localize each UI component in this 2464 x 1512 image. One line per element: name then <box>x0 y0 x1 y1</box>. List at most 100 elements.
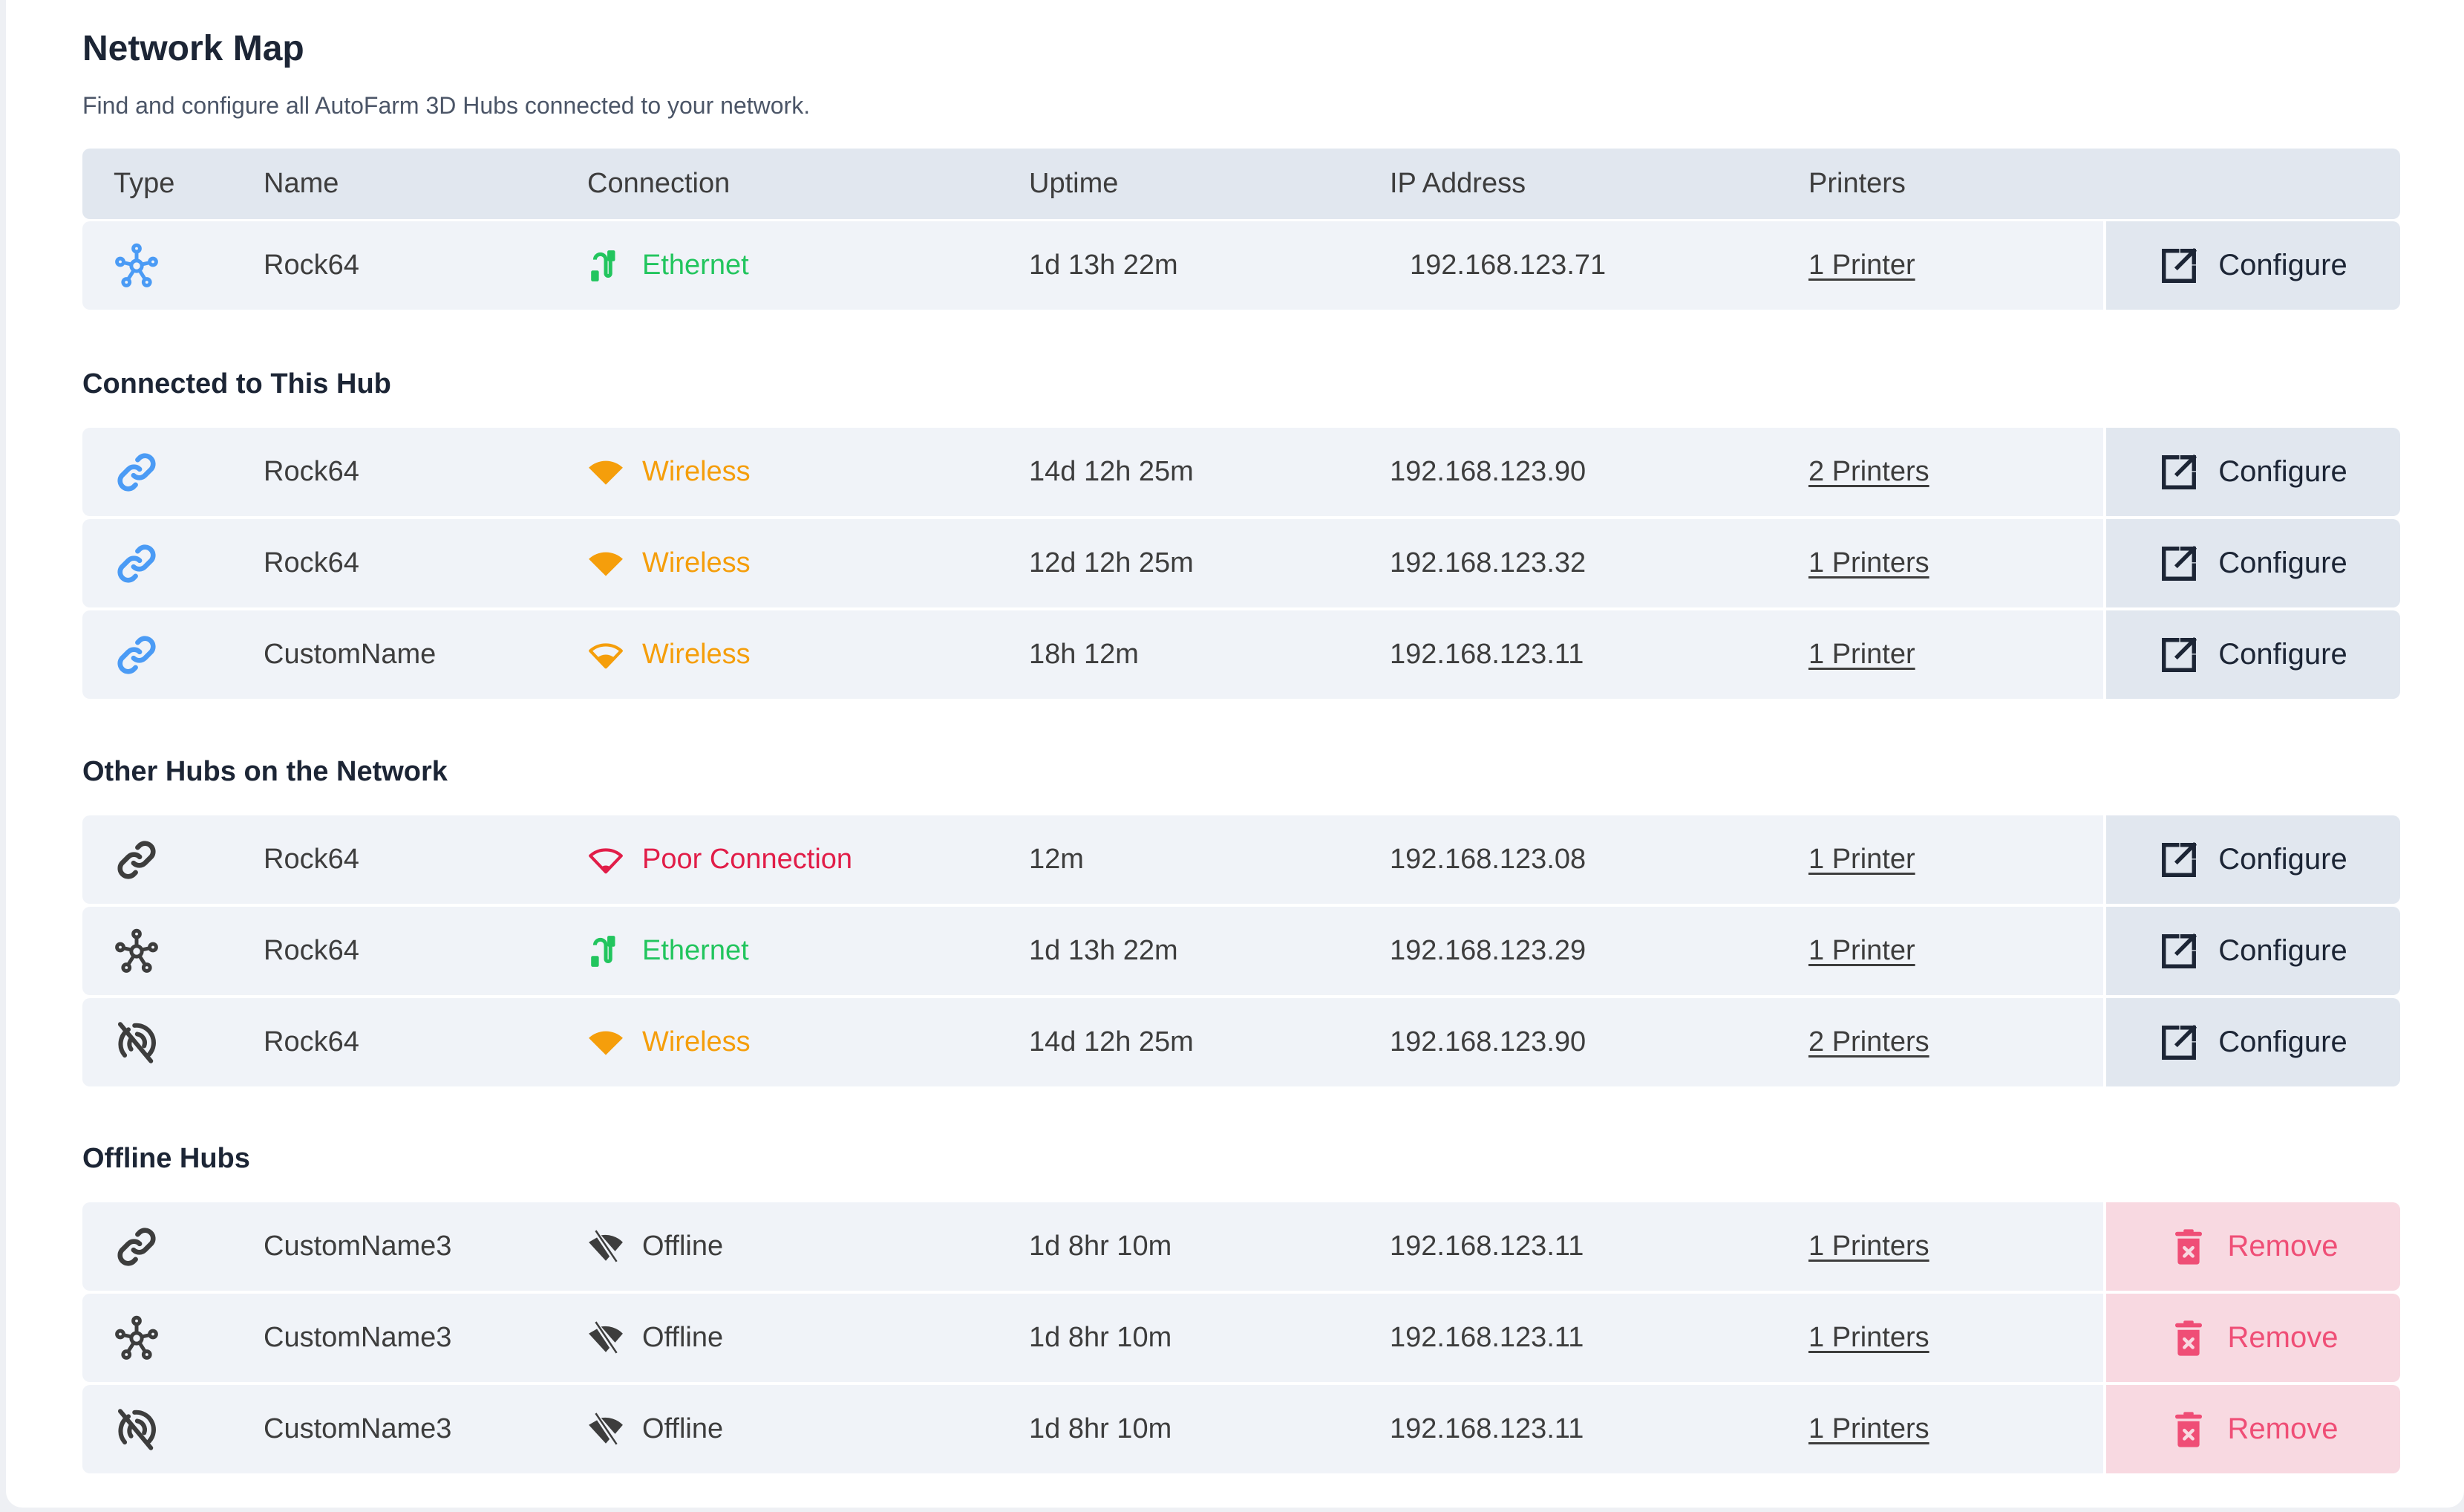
hub-icon <box>112 927 161 976</box>
configure-button[interactable]: Configure <box>2103 610 2400 699</box>
link-icon <box>112 539 161 588</box>
connection-status: Ethernet <box>587 907 749 995</box>
printers-link[interactable]: 1 Printers <box>1808 1322 1929 1354</box>
table-header: Type Name Connection Uptime IP Address P… <box>82 149 2400 219</box>
ip-address: 192.168.123.11 <box>1390 1231 1584 1262</box>
hub-name: Rock64 <box>264 1026 359 1058</box>
hub-row: Rock64 Poor Connection 12m 192.168.123.0… <box>82 815 2400 904</box>
printers-link[interactable]: 2 Printers <box>1808 456 1929 488</box>
printers-link[interactable]: 1 Printer <box>1808 639 1915 671</box>
page-subtitle: Find and configure all AutoFarm 3D Hubs … <box>82 92 811 119</box>
uptime: 14d 12h 25m <box>1029 1026 1194 1058</box>
remove-label: Remove <box>2227 1230 2339 1262</box>
ip-address: 192.168.123.11 <box>1390 1413 1584 1444</box>
configure-button[interactable]: Configure <box>2103 519 2400 607</box>
ip-address: 192.168.123.90 <box>1390 1026 1586 1058</box>
printers-link[interactable]: 1 Printer <box>1808 844 1915 876</box>
configure-label: Configure <box>2218 455 2347 488</box>
broadcast-off-icon <box>112 1018 161 1067</box>
hub-row: Rock64 Wireless 14d 12h 25m 192.168.123.… <box>82 428 2400 516</box>
ip-address: 192.168.123.32 <box>1390 547 1586 579</box>
external-link-icon <box>2159 246 2199 286</box>
trash-icon <box>2169 1410 2209 1450</box>
link-icon <box>112 630 161 680</box>
column-header-type: Type <box>114 168 175 199</box>
link-icon <box>112 835 161 884</box>
configure-button[interactable]: Configure <box>2103 815 2400 904</box>
section-title: Other Hubs on the Network <box>82 756 448 787</box>
column-header-uptime: Uptime <box>1029 168 1119 199</box>
remove-label: Remove <box>2227 1412 2339 1445</box>
connection-label: Ethernet <box>642 935 749 966</box>
connection-label: Wireless <box>642 1026 751 1058</box>
wifi-full-icon <box>587 1024 624 1061</box>
ip-address: 192.168.123.11 <box>1390 1322 1584 1353</box>
hub-name: CustomName3 <box>264 1231 452 1262</box>
remove-button[interactable]: Remove <box>2103 1202 2400 1291</box>
connection-label: Ethernet <box>642 250 749 281</box>
remove-button[interactable]: Remove <box>2103 1385 2400 1473</box>
configure-button[interactable]: Configure <box>2103 221 2400 310</box>
external-link-icon <box>2159 931 2199 971</box>
ip-address: 192.168.123.08 <box>1390 844 1586 875</box>
connection-status: Poor Connection <box>587 815 852 904</box>
configure-label: Configure <box>2218 934 2347 967</box>
external-link-icon <box>2159 544 2199 584</box>
ethernet-cable-icon <box>587 247 624 284</box>
printers-link[interactable]: 2 Printers <box>1808 1026 1929 1058</box>
page-title: Network Map <box>82 29 304 68</box>
uptime: 12d 12h 25m <box>1029 547 1194 579</box>
configure-button[interactable]: Configure <box>2103 907 2400 995</box>
link-icon <box>112 1222 161 1271</box>
external-link-icon <box>2159 635 2199 675</box>
connection-label: Wireless <box>642 639 751 670</box>
hub-name: Rock64 <box>264 935 359 966</box>
wifi-full-icon <box>587 454 624 491</box>
configure-label: Configure <box>2218 638 2347 671</box>
ip-address: 192.168.123.11 <box>1390 639 1584 670</box>
uptime: 12m <box>1029 844 1084 875</box>
printers-link[interactable]: 1 Printers <box>1808 547 1929 579</box>
configure-button[interactable]: Configure <box>2103 428 2400 516</box>
trash-icon <box>2169 1318 2209 1358</box>
uptime: 1d 8hr 10m <box>1029 1231 1172 1262</box>
wifi-medium-icon <box>587 636 624 674</box>
hub-row: Rock64 Wireless 12d 12h 25m 192.168.123.… <box>82 519 2400 607</box>
remove-label: Remove <box>2227 1321 2339 1354</box>
connection-label: Wireless <box>642 547 751 579</box>
hub-row: Rock64 Wireless 14d 12h 25m 192.168.123.… <box>82 998 2400 1086</box>
printers-link[interactable]: 1 Printer <box>1808 935 1915 967</box>
trash-icon <box>2169 1227 2209 1267</box>
hub-name: CustomName <box>264 639 437 670</box>
hub-name: Rock64 <box>264 456 359 487</box>
connection-label: Wireless <box>642 456 751 487</box>
hub-icon <box>112 1314 161 1363</box>
remove-button[interactable]: Remove <box>2103 1294 2400 1382</box>
ip-address: 192.168.123.29 <box>1390 935 1586 966</box>
connection-status: Ethernet <box>587 221 749 310</box>
hub-icon <box>112 241 161 290</box>
configure-label: Configure <box>2218 249 2347 281</box>
column-header-printers: Printers <box>1808 168 1906 199</box>
wifi-off-icon <box>587 1228 624 1265</box>
printers-link[interactable]: 1 Printer <box>1808 250 1915 281</box>
configure-button[interactable]: Configure <box>2103 998 2400 1086</box>
external-link-icon <box>2159 1023 2199 1063</box>
hub-row: Rock64 Ethernet 1d 13h 22m 192.168.123.2… <box>82 907 2400 995</box>
column-header-ip-address: IP Address <box>1390 168 1526 199</box>
broadcast-off-icon <box>112 1405 161 1454</box>
external-link-icon <box>2159 840 2199 880</box>
printers-link[interactable]: 1 Printers <box>1808 1413 1929 1445</box>
wifi-off-icon <box>587 1320 624 1357</box>
connection-label: Offline <box>642 1413 724 1444</box>
wifi-full-icon <box>587 545 624 582</box>
ip-address: 192.168.123.90 <box>1390 456 1586 487</box>
wifi-off-icon <box>587 1411 624 1448</box>
uptime: 1d 13h 22m <box>1029 935 1178 966</box>
hub-name: Rock64 <box>264 250 359 281</box>
hub-row: CustomName Wireless 18h 12m 192.168.123.… <box>82 610 2400 699</box>
connection-status: Offline <box>587 1202 723 1291</box>
hub-name: Rock64 <box>264 844 359 875</box>
printers-link[interactable]: 1 Printers <box>1808 1231 1929 1262</box>
column-header-connection: Connection <box>587 168 731 199</box>
